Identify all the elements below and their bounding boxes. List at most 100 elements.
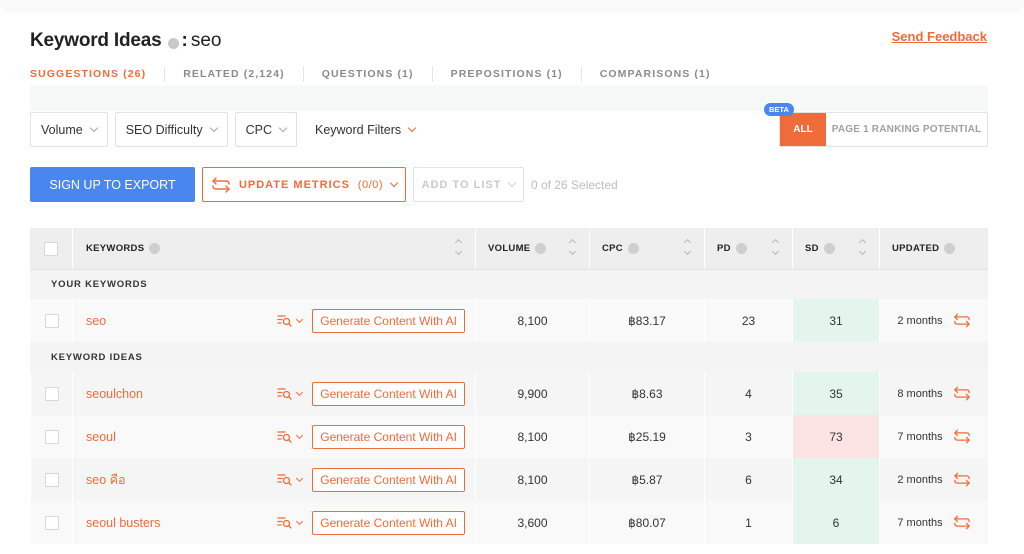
top-shade [0, 0, 1024, 10]
refresh-keyword-button[interactable] [953, 472, 971, 487]
update-metrics-button[interactable]: UPDATE METRICS (0/0) [202, 167, 406, 202]
column-label: KEYWORDS [86, 243, 145, 254]
chevron-down-icon [407, 123, 417, 132]
row-checkbox[interactable] [44, 515, 59, 530]
add-to-list-label: ADD TO LIST [421, 178, 502, 191]
refresh-icon [953, 515, 970, 530]
generate-content-ai-button[interactable]: Generate Content With AI [312, 381, 465, 406]
tab-suggestions[interactable]: SUGGESTIONS (26) [30, 66, 164, 82]
column-header-cpc[interactable]: CPC [589, 228, 704, 269]
generate-content-ai-button[interactable]: Generate Content With AI [312, 424, 465, 449]
sd-cell: 31 [792, 299, 879, 342]
toggle-page1-ranking-potential[interactable]: PAGE 1 RANKING POTENTIAL [826, 113, 987, 146]
column-header-pd[interactable]: PD [704, 228, 792, 269]
help-icon[interactable] [823, 243, 835, 254]
table-header: KEYWORDS VOLUME CPC PD SD UPDATED [30, 228, 988, 270]
add-to-list-button[interactable]: ADD TO LIST [413, 167, 524, 202]
updated-text: 8 months [897, 387, 943, 400]
keyword-filters-dropdown[interactable]: Keyword Filters [303, 112, 427, 147]
help-icon[interactable] [627, 243, 639, 254]
help-icon[interactable] [535, 243, 547, 254]
cpc-cell: ฿8.63 [589, 372, 704, 415]
column-header-volume[interactable]: VOLUME [475, 228, 589, 269]
tab-comparisons[interactable]: COMPARISONS (1) [580, 66, 729, 82]
refresh-icon [953, 429, 970, 444]
row-checkbox[interactable] [44, 472, 59, 487]
keyword-ideas-rows: seoulchon Generate Content With AI 9,900… [30, 372, 988, 544]
serp-analysis-button[interactable] [277, 516, 304, 529]
serp-analysis-button[interactable] [277, 473, 304, 486]
beta-badge: BETA [764, 103, 794, 116]
volume-filter-dropdown[interactable]: Volume [30, 112, 108, 147]
volume-cell: 9,900 [475, 372, 589, 415]
table-row: seo คือ Generate Content With AI 8,100 ฿… [30, 458, 988, 501]
generate-content-ai-button[interactable]: Generate Content With AI [312, 510, 465, 535]
serp-analysis-button[interactable] [277, 430, 304, 443]
column-header-keywords[interactable]: KEYWORDS [72, 228, 475, 269]
serp-analysis-button[interactable] [277, 387, 304, 400]
help-icon[interactable] [167, 37, 179, 49]
chevron-down-icon [296, 315, 304, 323]
title-colon: : [181, 30, 188, 51]
refresh-keyword-button[interactable] [953, 313, 971, 328]
action-bar: SIGN UP TO EXPORT UPDATE METRICS (0/0) A… [30, 167, 618, 202]
sign-up-to-export-button[interactable]: SIGN UP TO EXPORT [30, 167, 195, 202]
updated-cell: 2 months [879, 458, 988, 501]
row-checkbox[interactable] [44, 386, 59, 401]
filter-band [30, 85, 988, 111]
row-checkbox-cell [30, 415, 72, 458]
sort-icon[interactable] [683, 238, 692, 256]
updated-cell: 7 months [879, 501, 988, 544]
serp-analysis-button[interactable] [277, 314, 304, 327]
volume-cell: 8,100 [475, 415, 589, 458]
chevron-down-icon [209, 123, 218, 132]
row-checkbox-cell [30, 501, 72, 544]
tab-questions[interactable]: QUESTIONS (1) [302, 66, 432, 82]
chevron-down-icon [508, 178, 517, 187]
pd-cell: 6 [704, 458, 792, 501]
cpc-filter-dropdown[interactable]: CPC [234, 112, 297, 147]
refresh-keyword-button[interactable] [953, 386, 971, 401]
page-title: Keyword Ideas : seo [30, 30, 221, 52]
select-all-checkbox[interactable] [44, 241, 58, 256]
keyword-link[interactable]: seoul busters [86, 516, 277, 530]
send-feedback-link[interactable]: Send Feedback [892, 29, 987, 44]
row-checkbox-cell [30, 299, 72, 342]
help-icon[interactable] [735, 243, 747, 254]
updated-cell: 2 months [879, 299, 988, 342]
row-checkbox[interactable] [44, 313, 59, 328]
toggle-all[interactable]: ALL [780, 113, 826, 146]
keyword-link[interactable]: seo [86, 314, 277, 328]
chevron-down-icon [278, 123, 288, 132]
seo-difficulty-filter-dropdown[interactable]: SEO Difficulty [114, 112, 228, 147]
keyword-cell: seoul busters Generate Content With AI [72, 501, 475, 544]
keyword-link[interactable]: seoul [86, 430, 277, 444]
sort-icon[interactable] [771, 238, 780, 256]
serp-search-icon [277, 474, 292, 486]
tab-prepositions[interactable]: PREPOSITIONS (1) [431, 66, 581, 82]
volume-cell: 8,100 [475, 299, 589, 342]
help-icon[interactable] [149, 243, 161, 254]
search-query: seo [190, 30, 222, 51]
column-header-sd[interactable]: SD [792, 228, 879, 269]
generate-content-ai-button[interactable]: Generate Content With AI [312, 467, 465, 492]
sort-icon[interactable] [858, 238, 867, 256]
sort-icon[interactable] [568, 238, 577, 256]
column-label: CPC [602, 243, 623, 254]
keyword-link[interactable]: seo คือ [86, 470, 277, 490]
generate-content-ai-button[interactable]: Generate Content With AI [312, 308, 465, 333]
keyword-link[interactable]: seoulchon [86, 387, 277, 401]
column-label: UPDATED [892, 243, 940, 254]
sort-icon[interactable] [454, 238, 463, 256]
row-checkbox-cell [30, 458, 72, 501]
help-icon[interactable] [944, 243, 956, 254]
ranking-toggle: ALL PAGE 1 RANKING POTENTIAL [779, 112, 988, 147]
row-checkbox[interactable] [44, 429, 59, 444]
refresh-keyword-button[interactable] [953, 515, 971, 530]
filter-bar: Volume SEO Difficulty CPC Keyword Filter… [30, 112, 427, 147]
tab-related[interactable]: RELATED (2,124) [164, 66, 303, 82]
refresh-keyword-button[interactable] [953, 429, 971, 444]
updated-text: 7 months [897, 516, 943, 529]
seo-difficulty-filter-label: SEO Difficulty [125, 122, 203, 137]
keyword-cell: seoulchon Generate Content With AI [72, 372, 475, 415]
